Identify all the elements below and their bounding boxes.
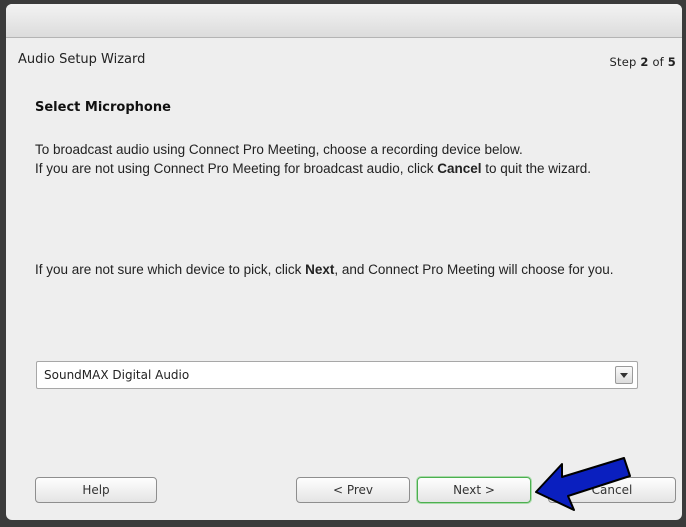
chevron-down-icon[interactable]	[615, 366, 633, 384]
step-of: of	[648, 55, 668, 69]
prev-button[interactable]: < Prev	[296, 477, 410, 503]
instructions-line-1: To broadcast audio using Connect Pro Mee…	[35, 142, 523, 157]
hint-paragraph: If you are not sure which device to pick…	[35, 260, 635, 279]
instructions-line-2: If you are not using Connect Pro Meeting…	[35, 159, 635, 178]
next-button[interactable]: Next >	[417, 477, 531, 503]
microphone-select-value: SoundMAX Digital Audio	[44, 368, 190, 382]
hint-text-end: , and Connect Pro Meeting will choose fo…	[334, 262, 614, 277]
help-button[interactable]: Help	[35, 477, 157, 503]
hint-next-emphasis: Next	[305, 262, 335, 277]
step-indicator: Step 2 of 5	[610, 55, 676, 69]
step-current: 2	[640, 55, 649, 69]
instructions-cancel-emphasis: Cancel	[437, 161, 482, 176]
instructions-line-2-text: If you are not using Connect Pro Meeting…	[35, 161, 438, 176]
window-titlebar	[6, 4, 682, 38]
wizard-window: Audio Setup Wizard Step 2 of 5 Select Mi…	[6, 4, 682, 520]
hint-text: If you are not sure which device to pick…	[35, 262, 306, 277]
arrow-pointer-icon	[535, 457, 631, 511]
step-total: 5	[667, 55, 676, 69]
instructions-line-2-end: to quit the wizard.	[481, 161, 592, 176]
page-heading: Select Microphone	[35, 100, 171, 115]
wizard-title: Audio Setup Wizard	[18, 52, 146, 67]
step-prefix: Step	[609, 55, 641, 69]
instructions-paragraph: To broadcast audio using Connect Pro Mee…	[35, 140, 635, 178]
microphone-select[interactable]: SoundMAX Digital Audio	[36, 361, 638, 389]
